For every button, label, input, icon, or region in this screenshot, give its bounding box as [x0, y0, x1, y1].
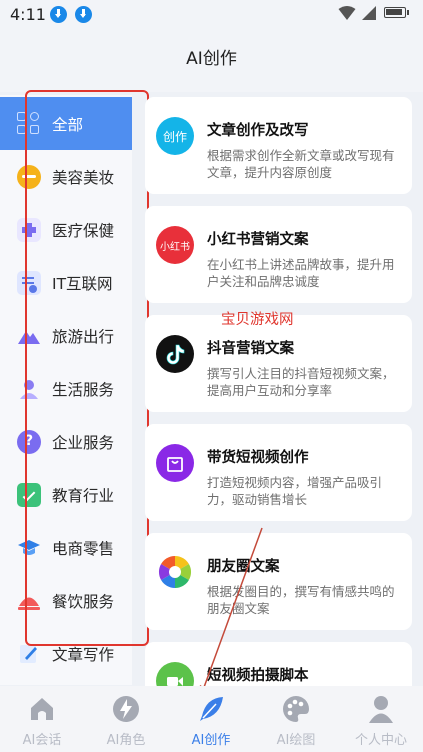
tab-ai-drawing[interactable]: AI绘图: [254, 686, 338, 752]
tab-label: AI角色: [106, 733, 146, 748]
tab-label: AI会话: [22, 733, 62, 748]
status-time: 4:11: [10, 5, 46, 24]
tab-ai-creation[interactable]: AI创作: [169, 686, 253, 752]
card-xiaohongshu[interactable]: 小红书 小红书营销文案 在小红书上讲述品牌故事，提升用户关注和品牌忠诚度: [145, 206, 412, 303]
shopping-bag-icon: [156, 444, 194, 482]
card-douyin[interactable]: 抖音营销文案 撰写引人注目的抖音短视频文案，提高用户互动和分享率: [145, 315, 412, 412]
annotation-highlight-box: [25, 90, 149, 646]
card-article-creation[interactable]: 创作 文章创作及改写 根据需求创作全新文章或改写现有文章，提升内容原创度: [145, 97, 412, 194]
card-description: 根据需求创作全新文章或改写现有文章，提升内容原创度: [207, 148, 395, 180]
moments-icon: [156, 553, 194, 591]
card-description: 根据发圈目的，撰写有情感共鸣的朋友圈文案: [207, 584, 395, 616]
download-icon: [50, 6, 67, 23]
card-title: 短视频拍摄脚本: [207, 668, 309, 684]
card-description: 撰写引人注目的抖音短视频文案，提高用户互动和分享率: [207, 366, 395, 398]
card-title: 小红书营销文案: [207, 232, 309, 248]
feather-icon: [200, 697, 223, 721]
card-moments[interactable]: 朋友圈文案 根据发圈目的，撰写有情感共鸣的朋友圈文案: [145, 533, 412, 630]
xiaohongshu-icon: 小红书: [156, 226, 194, 264]
palette-icon: [283, 696, 309, 722]
card-title: 朋友圈文案: [207, 559, 280, 575]
person-icon: [369, 696, 393, 723]
wifi-icon: [338, 6, 356, 20]
card-title: 抖音营销文案: [207, 341, 294, 357]
battery-icon: [384, 7, 409, 18]
signal-icon: [362, 6, 376, 20]
article-icon: 创作: [156, 117, 194, 155]
lightning-icon: [113, 696, 139, 722]
download-icon: [75, 6, 92, 23]
tab-label: AI创作: [191, 733, 231, 748]
tab-ai-role[interactable]: AI角色: [84, 686, 168, 752]
tab-profile[interactable]: 个人中心: [339, 686, 423, 752]
status-bar: 4:11: [0, 0, 423, 30]
tab-ai-chat[interactable]: AI会话: [0, 686, 84, 752]
card-description: 在小红书上讲述品牌故事，提升用户关注和品牌忠诚度: [207, 257, 395, 289]
home-icon: [31, 698, 53, 720]
card-title: 文章创作及改写: [207, 123, 309, 139]
card-title: 带货短视频创作: [207, 450, 309, 466]
tab-label: 个人中心: [354, 733, 407, 748]
page-title: AI创作: [186, 49, 237, 69]
bottom-tab-bar: AI会话 AI角色 AI创作 AI绘图 个人中心: [0, 686, 423, 752]
douyin-icon: [156, 335, 194, 373]
watermark-text: 宝贝游戏网: [221, 312, 294, 328]
page-header: AI创作: [0, 30, 423, 92]
tab-label: AI绘图: [276, 733, 316, 748]
card-description: 打造短视频内容，增强产品吸引力，驱动销售增长: [207, 475, 383, 507]
card-sales-video[interactable]: 带货短视频创作 打造短视频内容，增强产品吸引力，驱动销售增长: [145, 424, 412, 521]
